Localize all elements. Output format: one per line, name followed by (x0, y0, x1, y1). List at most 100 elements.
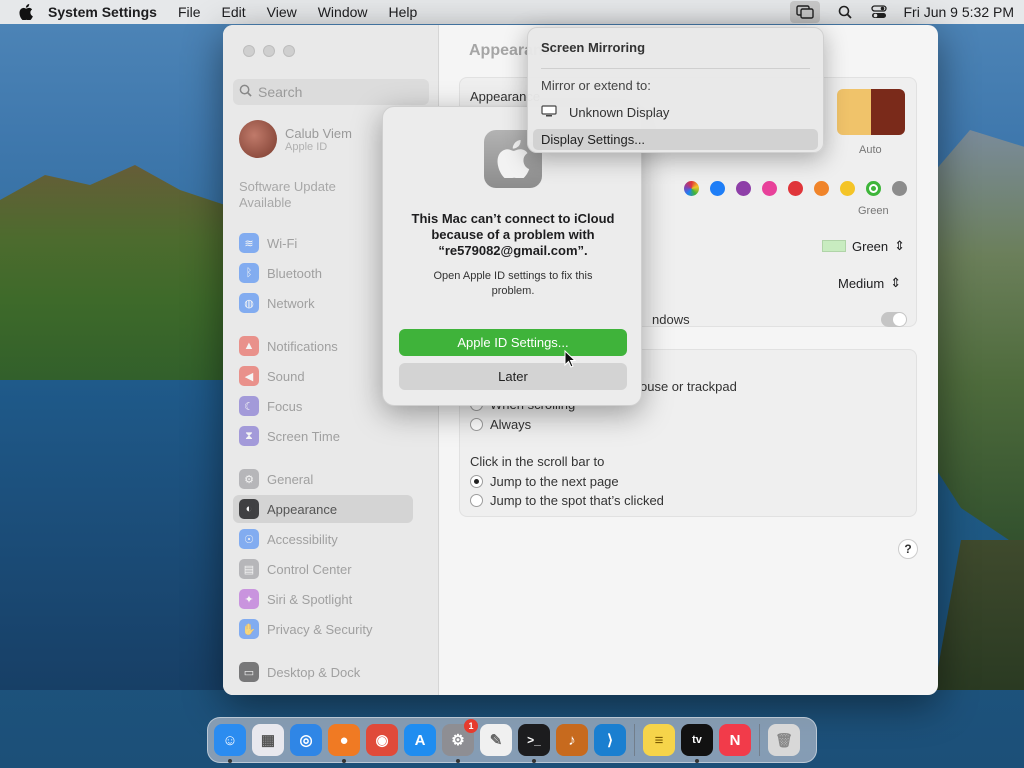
sidebar-item-screen-time[interactable]: ⧗ Screen Time (233, 422, 413, 450)
accent-yellow-swatch[interactable] (840, 181, 855, 196)
software-update-available[interactable]: Software Update Available (239, 179, 369, 211)
sidebar-item-label: Accessibility (267, 531, 338, 547)
jump-next-page-radio[interactable]: Jump to the next page (470, 474, 619, 489)
sidebar-item-accessibility[interactable]: ☉ Accessibility (233, 525, 413, 553)
wallpaper-tinting-label: ndows (652, 312, 690, 327)
accent-blue-swatch[interactable] (710, 181, 725, 196)
radio-dot (470, 418, 483, 431)
sidebar-item-label: Desktop & Dock (267, 664, 361, 680)
dock-icon: ▭ (239, 662, 259, 682)
vscode-dock-icon[interactable]: ⟩ (594, 724, 626, 756)
display-settings-item[interactable]: Display Settings... (533, 129, 818, 150)
profile-subtitle: Apple ID (285, 140, 328, 153)
apple-id-profile[interactable]: Calub Viem Apple ID (239, 120, 352, 158)
firefox-dock-icon[interactable]: ● (328, 724, 360, 763)
help-button[interactable]: ? (898, 539, 918, 559)
control-center-icon[interactable] (870, 4, 888, 20)
globe-icon: ◍ (239, 293, 259, 313)
sidebar-item-siri-spotlight[interactable]: ✦ Siri & Spotlight (233, 585, 413, 613)
sidebar-item-general[interactable]: ⚙ General (233, 465, 413, 493)
unknown-display-item[interactable]: Unknown Display (541, 105, 669, 120)
menu-edit[interactable]: Edit (222, 4, 246, 20)
news-dock-icon[interactable]: N (719, 724, 751, 756)
menu-bar: System Settings File Edit View Window He… (0, 0, 1024, 24)
jump-spot-clicked-radio[interactable]: Jump to the spot that’s clicked (470, 493, 664, 508)
wallpaper-hills-left (0, 165, 225, 400)
launchpad-dock-icon[interactable]: ▦ (252, 724, 284, 756)
trash-dock-icon[interactable]: 🗑 (768, 724, 800, 756)
accent-multicolor-swatch[interactable] (684, 181, 699, 196)
sidebar-item-label: Notifications (267, 338, 338, 354)
notification-badge: 1 (464, 719, 478, 733)
highlight-color-popup[interactable]: Green ⇕ (822, 238, 905, 254)
wallpaper-sea-left (0, 380, 225, 690)
accent-purple-swatch[interactable] (736, 181, 751, 196)
sidebar-item-label: General (267, 471, 314, 487)
apple-tv-dock-icon[interactable]: tv (681, 724, 713, 763)
sidebar-item-label: Focus (267, 398, 303, 414)
sidebar-item-appearance[interactable]: ◐ Appearance (233, 495, 413, 523)
menu-clock[interactable]: Fri Jun 9 5:32 PM (904, 4, 1015, 20)
radio-label: Jump to the spot that’s clicked (490, 493, 664, 508)
finder-dock-icon[interactable]: ☺ (214, 724, 246, 763)
dock-separator (634, 724, 635, 756)
appearance-icon: ◐ (239, 499, 259, 519)
radio-dot (470, 475, 483, 488)
appearance-auto-thumbnail[interactable] (837, 89, 905, 135)
sidebar-item-label: Network (267, 295, 315, 311)
accent-graphite-swatch[interactable] (892, 181, 907, 196)
search-icon (239, 84, 252, 100)
notes-dock-icon[interactable]: ≡ (643, 724, 675, 756)
dock: ☺ ▦ ◎ ● ◉ A ⚙ 1 ✎ >_ ♪ ⟩ ≡ tv N 🗑 (207, 717, 817, 763)
screen-mirroring-icon[interactable] (789, 1, 820, 23)
sidebar-item-label: Appearance (267, 501, 338, 517)
menu-window[interactable]: Window (318, 4, 368, 20)
apple-menu-icon[interactable] (18, 4, 34, 20)
alert-title: This Mac can’t connect to iCloud because… (411, 211, 615, 258)
sidebar-item-control-center[interactable]: ▤ Control Center (233, 555, 413, 583)
sidebar-item-label: Sound (267, 368, 305, 384)
terminal-dock-icon[interactable]: >_ (518, 724, 550, 763)
sidebar-item-privacy-security[interactable]: ✋ Privacy & Security (233, 615, 413, 643)
textedit-dock-icon[interactable]: ✎ (480, 724, 512, 756)
menu-view[interactable]: View (267, 4, 297, 20)
sidebar-icon-size-popup[interactable]: Medium ⇕ (838, 275, 901, 291)
minimize-button[interactable] (263, 45, 275, 57)
wallpaper-cliff-right (934, 540, 1024, 690)
popup-chevron-icon: ⇕ (894, 238, 906, 253)
accent-green-swatch[interactable] (866, 181, 881, 196)
spotlight-search-icon[interactable] (836, 4, 854, 20)
menu-file[interactable]: File (178, 4, 201, 20)
mirror-subtitle: Mirror or extend to: (541, 78, 651, 93)
highlight-color-value: Green (852, 238, 889, 254)
menu-help[interactable]: Help (389, 4, 418, 20)
safari-dock-icon[interactable]: ◎ (290, 724, 322, 756)
chrome-dock-icon[interactable]: ◉ (366, 724, 398, 756)
menu-app-name[interactable]: System Settings (48, 4, 157, 20)
app-store-dock-icon[interactable]: A (404, 724, 436, 756)
hand-icon: ✋ (239, 619, 259, 639)
wallpaper-tinting-toggle[interactable] (881, 312, 907, 327)
click-scroll-bar-label: Click in the scroll bar to (470, 454, 605, 469)
control-center-icon: ▤ (239, 559, 259, 579)
apple-id-settings-button[interactable]: Apple ID Settings... (399, 329, 627, 356)
system-settings-dock-icon[interactable]: ⚙ 1 (442, 719, 478, 763)
sidebar-search-input[interactable]: Search (233, 79, 429, 105)
accent-orange-swatch[interactable] (814, 181, 829, 196)
later-button[interactable]: Later (399, 363, 627, 390)
gear-icon: ⚙ (239, 469, 259, 489)
popup-chevron-icon: ⇕ (890, 275, 902, 290)
display-name: Unknown Display (569, 105, 670, 120)
accent-red-swatch[interactable] (788, 181, 803, 196)
instruments-dock-icon[interactable]: ♪ (556, 724, 588, 756)
scroll-always-radio[interactable]: Always (470, 417, 531, 432)
zoom-button[interactable] (283, 45, 295, 57)
radio-label: Jump to the next page (490, 474, 619, 489)
bell-icon: ▲ (239, 336, 259, 356)
display-icon (541, 105, 557, 120)
close-button[interactable] (243, 45, 255, 57)
accent-pink-swatch[interactable] (762, 181, 777, 196)
siri-icon: ✦ (239, 589, 259, 609)
highlight-color-preview (822, 240, 846, 252)
sidebar-item-desktop-dock[interactable]: ▭ Desktop & Dock (233, 658, 413, 686)
